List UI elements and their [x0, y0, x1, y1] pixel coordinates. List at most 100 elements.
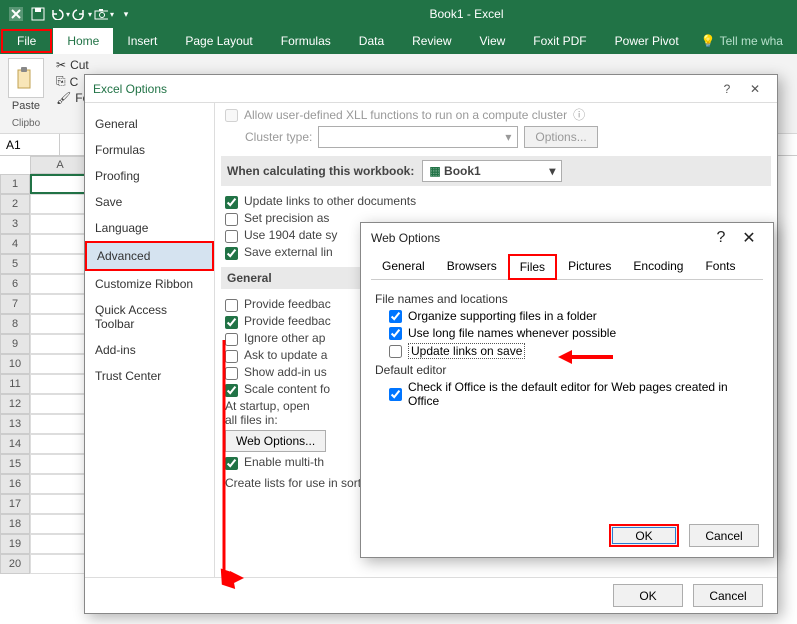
- camera-icon[interactable]: [94, 4, 114, 24]
- web-options-cancel-button[interactable]: Cancel: [689, 524, 759, 547]
- row-header[interactable]: 5: [0, 254, 30, 274]
- check-office-checkbox[interactable]: [389, 388, 402, 401]
- excel-options-cancel-button[interactable]: Cancel: [693, 584, 763, 607]
- cell[interactable]: [30, 354, 90, 374]
- nav-save[interactable]: Save: [85, 189, 214, 215]
- nav-general[interactable]: General: [85, 111, 214, 137]
- update-links-checkbox[interactable]: [225, 196, 238, 209]
- row-header[interactable]: 13: [0, 414, 30, 434]
- row-header[interactable]: 4: [0, 234, 30, 254]
- nav-language[interactable]: Language: [85, 215, 214, 241]
- row-header[interactable]: 17: [0, 494, 30, 514]
- ask-update-checkbox[interactable]: [225, 350, 238, 363]
- col-header-a[interactable]: A: [30, 156, 90, 174]
- cell[interactable]: [30, 214, 90, 234]
- tab-insert[interactable]: Insert: [113, 28, 171, 54]
- row-header[interactable]: 18: [0, 514, 30, 534]
- cell[interactable]: [30, 274, 90, 294]
- nav-trust-center[interactable]: Trust Center: [85, 363, 214, 389]
- info-icon[interactable]: ⓘ: [573, 106, 585, 123]
- cell[interactable]: [30, 514, 90, 534]
- nav-proofing[interactable]: Proofing: [85, 163, 214, 189]
- row-header[interactable]: 9: [0, 334, 30, 354]
- use-1904-checkbox[interactable]: [225, 230, 238, 243]
- calc-workbook-dropdown[interactable]: ▦ Book1▾: [422, 160, 562, 182]
- row-header[interactable]: 1: [0, 174, 30, 194]
- nav-formulas[interactable]: Formulas: [85, 137, 214, 163]
- nav-advanced[interactable]: Advanced: [85, 241, 214, 271]
- cut-button[interactable]: ✂Cut: [56, 58, 89, 72]
- nav-addins[interactable]: Add-ins: [85, 337, 214, 363]
- long-names-checkbox[interactable]: [389, 327, 402, 340]
- close-button[interactable]: ✕: [741, 82, 769, 96]
- show-addin-checkbox[interactable]: [225, 367, 238, 380]
- cell[interactable]: [30, 414, 90, 434]
- row-header[interactable]: 7: [0, 294, 30, 314]
- nav-qat[interactable]: Quick Access Toolbar: [85, 297, 214, 337]
- row-header[interactable]: 2: [0, 194, 30, 214]
- tab-power-pivot[interactable]: Power Pivot: [601, 28, 693, 54]
- cell[interactable]: [30, 394, 90, 414]
- row-header[interactable]: 3: [0, 214, 30, 234]
- name-box[interactable]: A1: [0, 134, 60, 155]
- row-header[interactable]: 6: [0, 274, 30, 294]
- cell[interactable]: [30, 194, 90, 214]
- cell[interactable]: [30, 554, 90, 574]
- wo-tab-files[interactable]: Files: [508, 254, 557, 280]
- web-options-help-button[interactable]: ?: [707, 229, 735, 247]
- nav-customize-ribbon[interactable]: Customize Ribbon: [85, 271, 214, 297]
- cell[interactable]: [30, 254, 90, 274]
- wo-tab-general[interactable]: General: [371, 254, 436, 280]
- row-header[interactable]: 19: [0, 534, 30, 554]
- cell[interactable]: [30, 174, 90, 194]
- row-header[interactable]: 15: [0, 454, 30, 474]
- tell-me[interactable]: 💡Tell me wha: [701, 28, 783, 54]
- save-icon[interactable]: [28, 4, 48, 24]
- cell[interactable]: [30, 534, 90, 554]
- cell[interactable]: [30, 494, 90, 514]
- row-header[interactable]: 8: [0, 314, 30, 334]
- scale-content-checkbox[interactable]: [225, 384, 238, 397]
- tab-formulas[interactable]: Formulas: [267, 28, 345, 54]
- undo-icon[interactable]: [50, 4, 70, 24]
- row-header[interactable]: 10: [0, 354, 30, 374]
- cell[interactable]: [30, 294, 90, 314]
- row-header[interactable]: 11: [0, 374, 30, 394]
- redo-icon[interactable]: [72, 4, 92, 24]
- cell[interactable]: [30, 374, 90, 394]
- excel-options-ok-button[interactable]: OK: [613, 584, 683, 607]
- qat-customize-icon[interactable]: ▾: [116, 4, 136, 24]
- feedback2-checkbox[interactable]: [225, 316, 238, 329]
- web-options-close-button[interactable]: ✕: [735, 228, 763, 248]
- save-external-checkbox[interactable]: [225, 247, 238, 260]
- cell[interactable]: [30, 434, 90, 454]
- tab-review[interactable]: Review: [398, 28, 465, 54]
- tab-home[interactable]: Home: [53, 28, 113, 54]
- row-header[interactable]: 20: [0, 554, 30, 574]
- tab-file[interactable]: File: [1, 29, 52, 53]
- row-header[interactable]: 16: [0, 474, 30, 494]
- web-options-ok-button[interactable]: OK: [609, 524, 679, 547]
- enable-multi-checkbox[interactable]: [225, 457, 238, 470]
- feedback1-checkbox[interactable]: [225, 299, 238, 312]
- tab-page-layout[interactable]: Page Layout: [171, 28, 266, 54]
- tab-data[interactable]: Data: [345, 28, 398, 54]
- cell[interactable]: [30, 334, 90, 354]
- wo-tab-pictures[interactable]: Pictures: [557, 254, 622, 280]
- organize-files-checkbox[interactable]: [389, 310, 402, 323]
- wo-tab-browsers[interactable]: Browsers: [436, 254, 508, 280]
- ignore-apps-checkbox[interactable]: [225, 333, 238, 346]
- wo-tab-fonts[interactable]: Fonts: [694, 254, 746, 280]
- cell[interactable]: [30, 474, 90, 494]
- wo-tab-encoding[interactable]: Encoding: [622, 254, 694, 280]
- row-header[interactable]: 14: [0, 434, 30, 454]
- paste-button[interactable]: [8, 58, 44, 98]
- tab-foxit[interactable]: Foxit PDF: [519, 28, 600, 54]
- cell[interactable]: [30, 454, 90, 474]
- row-header[interactable]: 12: [0, 394, 30, 414]
- update-links-save-checkbox[interactable]: [389, 345, 402, 358]
- tab-view[interactable]: View: [466, 28, 520, 54]
- cell[interactable]: [30, 234, 90, 254]
- help-button[interactable]: ?: [713, 82, 741, 96]
- set-precision-checkbox[interactable]: [225, 213, 238, 226]
